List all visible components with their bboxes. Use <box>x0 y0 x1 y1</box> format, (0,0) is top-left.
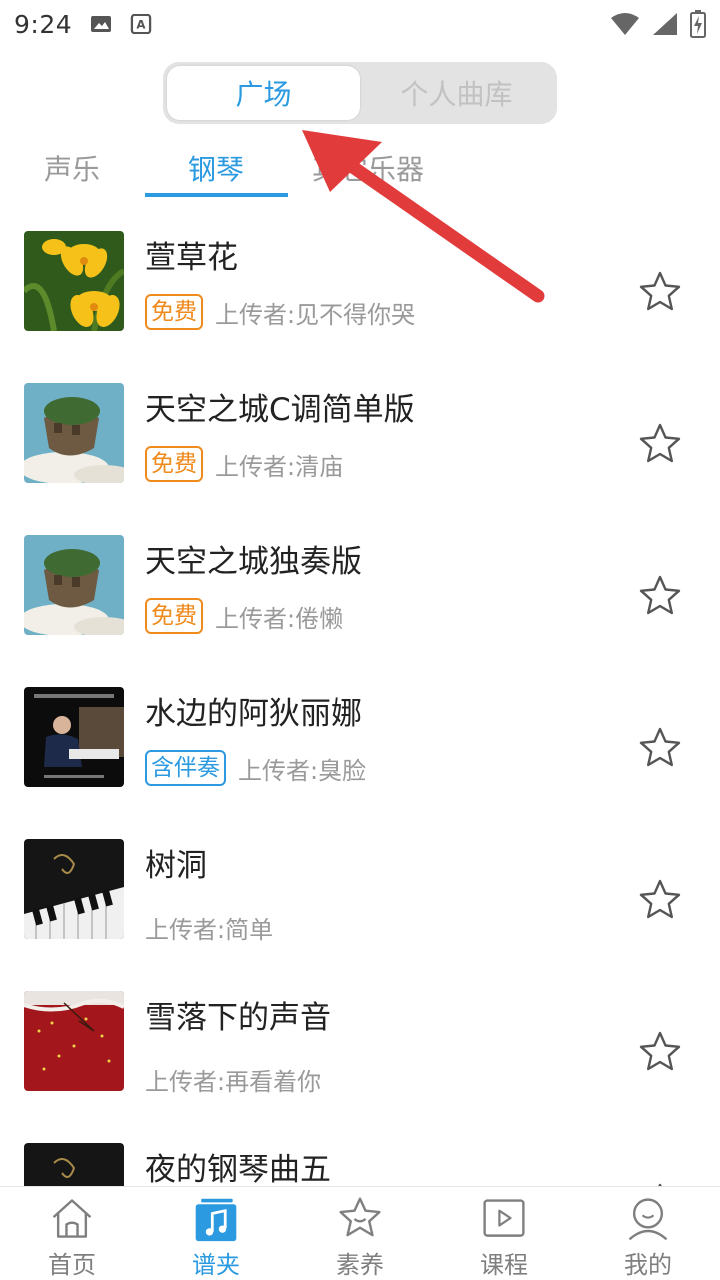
free-badge: 免费 <box>145 598 203 634</box>
score-title: 雪落下的声音 <box>145 1000 331 1036</box>
list-item[interactable]: 树洞 上传者:简单 <box>0 824 720 976</box>
list-item[interactable]: 水边的阿狄丽娜 含伴奏 上传者:臭脸 <box>0 672 720 824</box>
music-folder-icon <box>195 1198 237 1242</box>
category-tabs: 声乐 钢琴 其它乐器 <box>0 140 720 200</box>
image-icon <box>91 16 112 32</box>
signal-icon <box>653 13 677 35</box>
home-icon <box>52 1199 92 1238</box>
segment-personal-library[interactable]: 个人曲库 <box>360 66 553 120</box>
status-time: 9:24 <box>14 9 73 39</box>
free-badge: 免费 <box>145 446 203 482</box>
nav-mine[interactable]: 我的 <box>576 1187 720 1280</box>
bottom-nav: 首页 谱夹 素养 课程 我的 <box>0 1186 720 1280</box>
favorite-star-icon[interactable] <box>638 726 682 770</box>
uploader-text: 上传者:见不得你哭 <box>215 300 416 329</box>
accompaniment-badge: 含伴奏 <box>145 750 226 786</box>
star-smile-icon <box>339 1197 381 1237</box>
score-thumbnail <box>24 383 124 483</box>
a-text-icon: A <box>130 14 152 34</box>
wifi-icon <box>611 13 639 35</box>
score-thumbnail <box>24 839 124 939</box>
uploader-text: 上传者:臭脸 <box>238 756 367 785</box>
score-list: 萱草花 免费 上传者:见不得你哭 天空之城C调简单版 免费 上传者:清庙 天空之… <box>0 216 720 1186</box>
favorite-star-icon[interactable] <box>638 878 682 922</box>
tab-piano[interactable]: 钢琴 <box>188 148 244 188</box>
nav-courses[interactable]: 课程 <box>432 1187 576 1280</box>
uploader-text: 上传者:清庙 <box>215 452 344 481</box>
nav-mine-label: 我的 <box>624 1251 672 1279</box>
uploader-text: 上传者:再看着你 <box>145 1068 322 1096</box>
nav-home[interactable]: 首页 <box>0 1187 144 1280</box>
play-video-icon <box>483 1199 525 1237</box>
uploader-text: 上传者:倦懒 <box>215 604 344 633</box>
score-title: 树洞 <box>145 848 207 884</box>
score-thumbnail <box>24 535 124 635</box>
tab-other-instruments[interactable]: 其它乐器 <box>312 148 424 188</box>
score-meta: 免费 上传者:倦懒 <box>145 598 343 634</box>
favorite-star-icon[interactable] <box>638 574 682 618</box>
list-item[interactable]: 雪落下的声音 上传者:再看着你 <box>0 976 720 1128</box>
library-segment-control: 广场 个人曲库 <box>163 62 557 124</box>
list-item[interactable]: 夜的钢琴曲五 <box>0 1128 720 1186</box>
tab-vocal[interactable]: 声乐 <box>44 148 100 188</box>
nav-score-folder-label: 谱夹 <box>192 1251 240 1279</box>
nav-literacy[interactable]: 素养 <box>288 1187 432 1280</box>
score-title: 天空之城C调简单版 <box>145 392 415 428</box>
score-title: 水边的阿狄丽娜 <box>145 696 362 732</box>
uploader-text: 上传者:简单 <box>145 916 274 944</box>
score-thumbnail <box>24 1143 124 1186</box>
nav-home-label: 首页 <box>48 1251 96 1279</box>
favorite-star-icon[interactable] <box>638 1030 682 1074</box>
score-title: 天空之城独奏版 <box>145 544 362 580</box>
favorite-star-icon[interactable] <box>638 422 682 466</box>
nav-literacy-label: 素养 <box>336 1251 384 1279</box>
score-title: 夜的钢琴曲五 <box>145 1152 331 1186</box>
profile-icon <box>628 1198 668 1241</box>
score-meta: 免费 上传者:清庙 <box>145 446 343 482</box>
nav-courses-label: 课程 <box>480 1251 528 1279</box>
score-thumbnail <box>24 231 124 331</box>
nav-score-folder[interactable]: 谱夹 <box>144 1187 288 1280</box>
score-meta: 免费 上传者:见不得你哭 <box>145 294 415 330</box>
active-tab-indicator <box>145 193 288 197</box>
score-thumbnail <box>24 991 124 1091</box>
favorite-star-icon[interactable] <box>638 270 682 314</box>
status-right <box>610 10 706 38</box>
score-meta: 上传者:简单 <box>145 910 273 945</box>
score-thumbnail <box>24 687 124 787</box>
status-bar: 9:24 A <box>0 0 720 48</box>
svg-text:A: A <box>137 18 147 32</box>
score-meta: 上传者:再看着你 <box>145 1062 321 1097</box>
status-left: 9:24 A <box>14 10 152 39</box>
battery-charging-icon <box>690 10 706 38</box>
free-badge: 免费 <box>145 294 203 330</box>
list-item[interactable]: 萱草花 免费 上传者:见不得你哭 <box>0 216 720 368</box>
list-item[interactable]: 天空之城C调简单版 免费 上传者:清庙 <box>0 368 720 520</box>
score-meta: 含伴奏 上传者:臭脸 <box>145 750 366 786</box>
list-item[interactable]: 天空之城独奏版 免费 上传者:倦懒 <box>0 520 720 672</box>
segment-plaza[interactable]: 广场 <box>167 66 360 120</box>
score-title: 萱草花 <box>145 240 238 276</box>
